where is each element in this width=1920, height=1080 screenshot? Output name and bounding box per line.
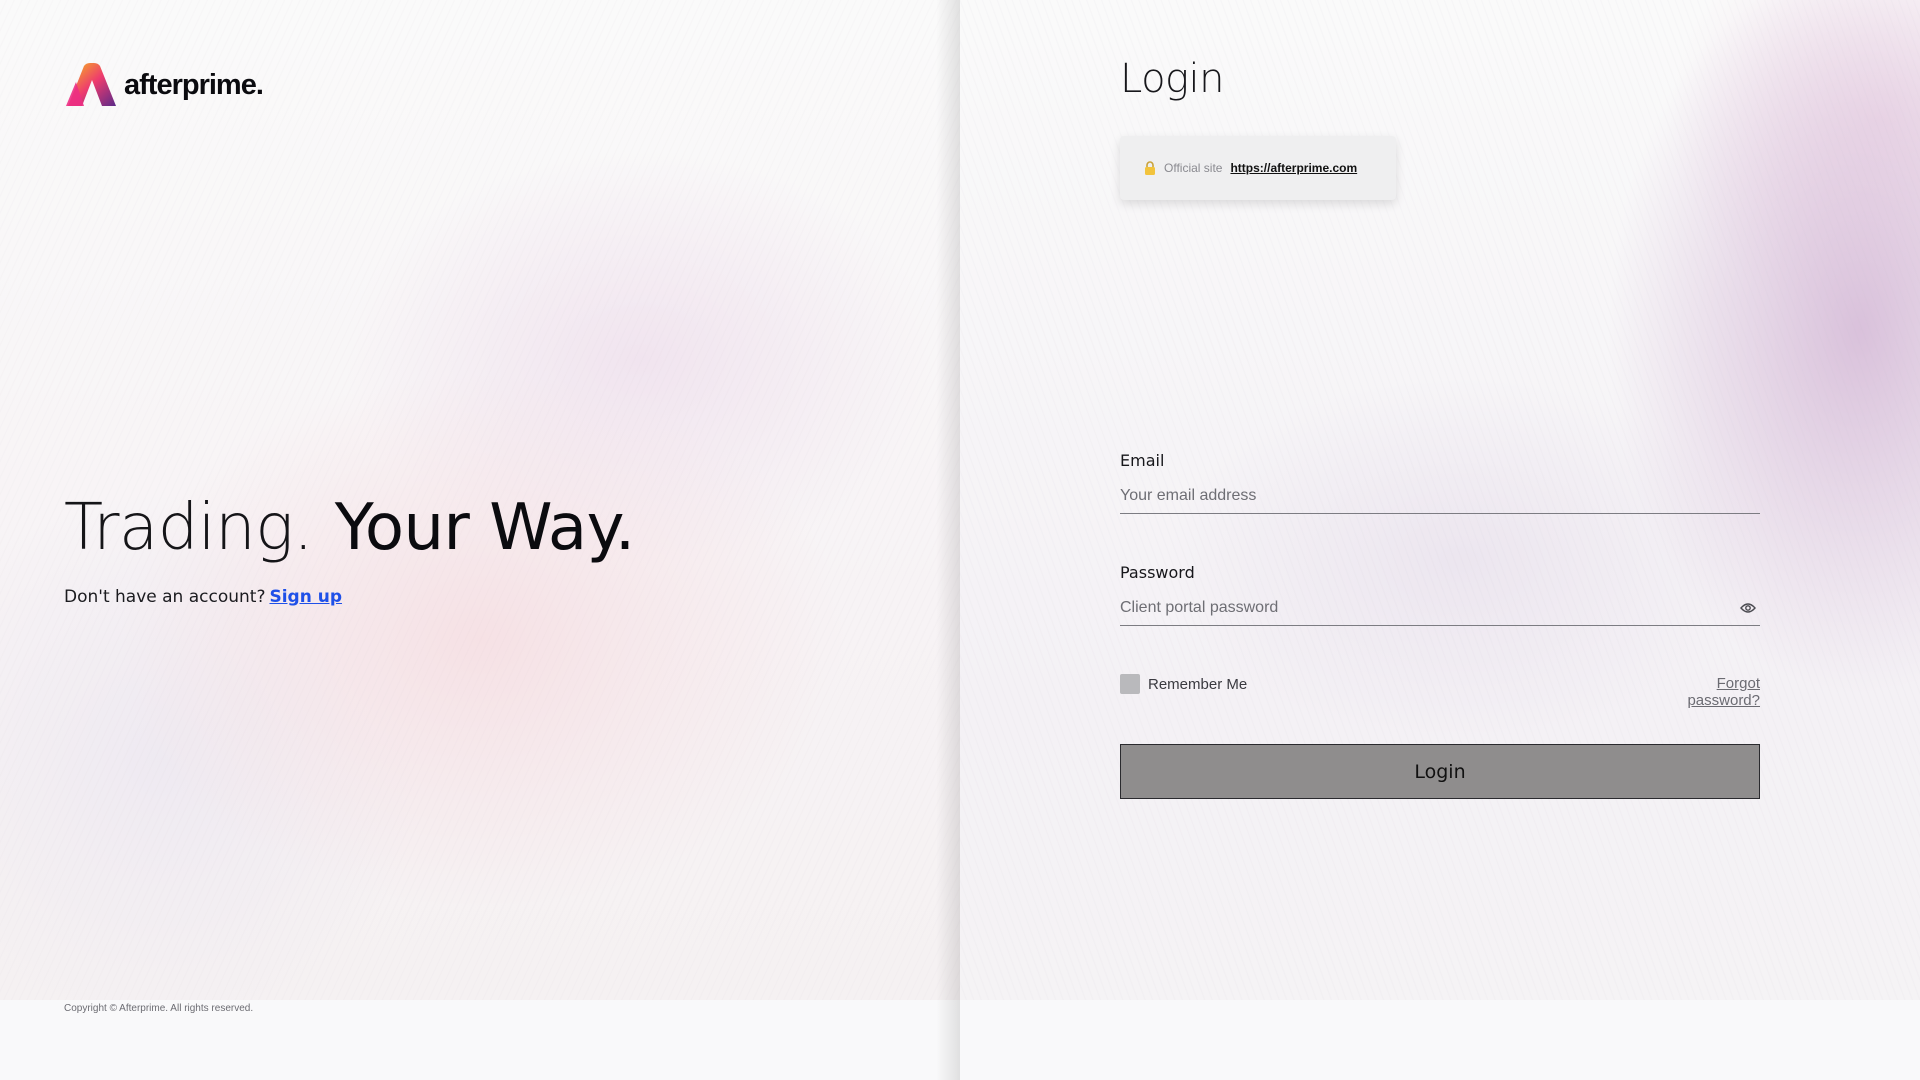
- remember-me-label: Remember Me: [1148, 675, 1248, 693]
- login-title: Login: [1120, 56, 1225, 102]
- headline-bold: Your Way.: [334, 491, 635, 565]
- lock-icon: [1145, 161, 1155, 175]
- email-input[interactable]: [1120, 486, 1760, 505]
- official-site-link[interactable]: https://afterprime.com: [1230, 161, 1357, 175]
- headline-light: Trading.: [64, 491, 313, 565]
- password-input[interactable]: [1120, 598, 1740, 617]
- brand-panel: afterprime. Trading. Your Way. Don't hav…: [0, 0, 960, 1080]
- remember-me[interactable]: Remember Me: [1120, 674, 1247, 694]
- forgot-password-link[interactable]: Forgot password?: [1640, 675, 1760, 709]
- email-field: [1120, 478, 1760, 514]
- signup-prompt-line: Don't have an account? Sign up: [64, 587, 342, 607]
- copyright-text: Copyright © Afterprime. All rights reser…: [64, 1003, 254, 1014]
- remember-me-checkbox[interactable]: [1120, 674, 1140, 694]
- email-label: Email: [1120, 451, 1165, 470]
- login-panel: Login Official site https://afterprime.c…: [960, 0, 1920, 1080]
- official-site-label: Official site: [1164, 161, 1223, 175]
- login-page: afterprime. Trading. Your Way. Don't hav…: [0, 0, 1920, 1080]
- official-site-card: Official site https://afterprime.com: [1120, 136, 1396, 200]
- logo-text: afterprime.: [124, 68, 264, 101]
- password-field: [1120, 590, 1760, 626]
- login-button[interactable]: Login: [1120, 744, 1760, 799]
- afterprime-logo[interactable]: afterprime.: [64, 62, 264, 108]
- signup-link[interactable]: Sign up: [269, 587, 342, 607]
- signup-prompt: Don't have an account?: [64, 587, 266, 607]
- password-label: Password: [1120, 563, 1195, 582]
- footer-strip: [960, 1000, 1920, 1080]
- logo-mark-icon: [66, 63, 116, 106]
- eye-icon[interactable]: [1740, 602, 1756, 614]
- hero-headline: Trading. Your Way.: [64, 488, 635, 568]
- panel-divider-shadow: [936, 0, 960, 1080]
